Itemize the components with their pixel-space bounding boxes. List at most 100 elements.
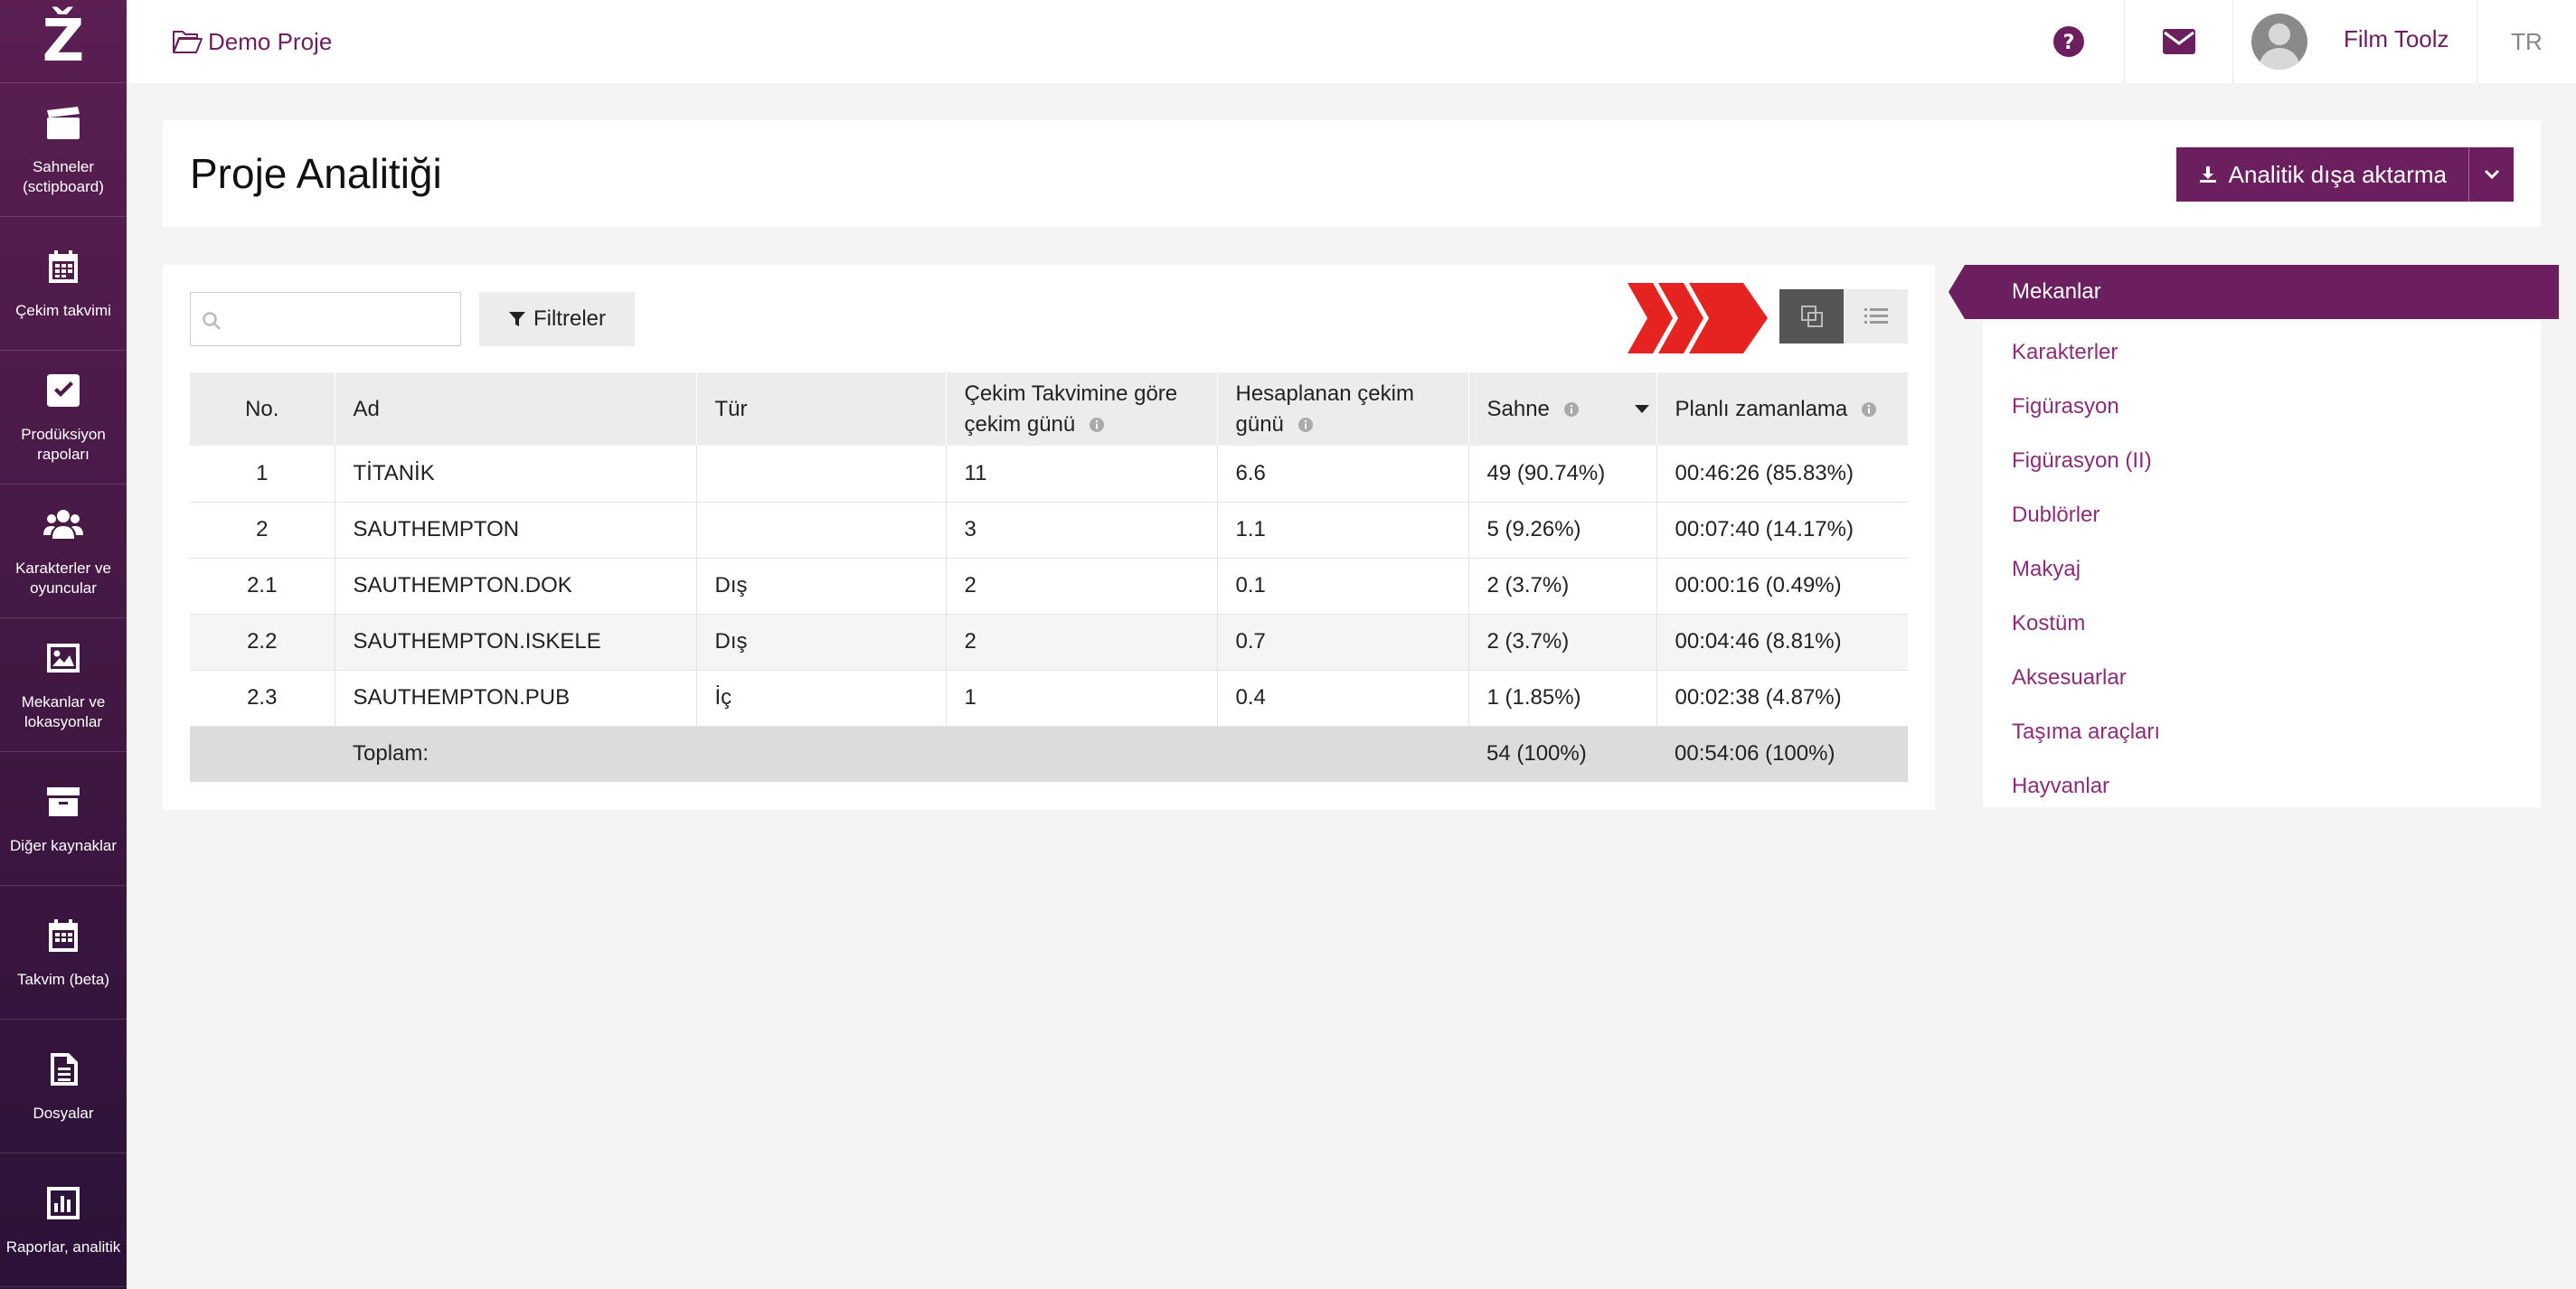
info-icon[interactable] bbox=[1297, 417, 1314, 433]
info-icon[interactable] bbox=[1563, 401, 1580, 418]
cell-type: Dış bbox=[696, 558, 947, 615]
list-view-button[interactable] bbox=[1844, 289, 1908, 343]
category-stunts[interactable]: Dublörler bbox=[2012, 488, 2536, 542]
category-props[interactable]: Aksesuarlar bbox=[2012, 651, 2536, 705]
project-link[interactable]: Demo Proje bbox=[172, 28, 332, 56]
messages-button[interactable] bbox=[2124, 0, 2232, 83]
export-dropdown-toggle[interactable] bbox=[2468, 147, 2514, 202]
project-name: Demo Proje bbox=[208, 27, 333, 55]
category-animals[interactable]: Hayvanlar bbox=[2012, 759, 2536, 814]
cell-planned-time: 00:07:40 (14.17%) bbox=[1656, 502, 1908, 559]
analytics-table-card: Filtreler No. Ad Tür Çekim Takvimine gör… bbox=[163, 265, 1935, 810]
sidebar-item-locations[interactable]: Mekanlar ve lokasyonlar bbox=[0, 618, 127, 752]
cell-schedule-days: 2 bbox=[946, 614, 1218, 671]
sidebar-item-label: Çekim takvimi bbox=[15, 301, 111, 319]
sidebar-item-characters[interactable]: Karakterler ve oyuncular bbox=[0, 485, 127, 618]
column-header-planned-time[interactable]: Planlı zamanlama bbox=[1656, 372, 1908, 446]
cell-scenes: 2 (3.7%) bbox=[1468, 614, 1657, 671]
cell-calculated-days: 6.6 bbox=[1217, 446, 1469, 503]
category-extras[interactable]: Figürasyon bbox=[2012, 380, 2536, 434]
column-header-scenes[interactable]: Sahne bbox=[1468, 372, 1657, 446]
grouped-view-button[interactable] bbox=[1779, 289, 1844, 343]
cell-scenes: 49 (90.74%) bbox=[1468, 446, 1657, 503]
cell-name: SAUTHEMPTON.DOK bbox=[335, 558, 697, 615]
sidebar-item-label: Dosyalar bbox=[33, 1104, 94, 1122]
cell-no: 2.3 bbox=[190, 670, 335, 727]
column-header-schedule-days[interactable]: Çekim Takvimine göre çekim günü bbox=[946, 372, 1218, 446]
table-row[interactable]: 2.3 SAUTHEMPTON.PUB İç 1 0.4 1 (1.85%) 0… bbox=[190, 670, 1908, 727]
sidebar-item-shooting-schedule[interactable]: Çekim takvimi bbox=[0, 217, 127, 351]
header-text: Çekim Takvimine göre bbox=[964, 381, 1178, 406]
chevron-down-icon bbox=[2484, 169, 2499, 180]
sidebar-item-scenes[interactable]: Sahneler (sctipboard) bbox=[0, 83, 127, 217]
cell-name: SAUTHEMPTON.ISKELE bbox=[335, 614, 697, 671]
sidebar-item-label: Sahneler (sctipboard) bbox=[23, 157, 104, 195]
cell-empty bbox=[190, 726, 335, 782]
column-header-type[interactable]: Tür bbox=[696, 372, 947, 446]
archive-icon bbox=[47, 786, 80, 816]
sidebar-item-label: Karakterler ve oyuncular bbox=[15, 559, 111, 597]
sidebar-item-reports[interactable]: Raporlar, analitik bbox=[0, 1153, 127, 1287]
sidebar-item-files[interactable]: Dosyalar bbox=[0, 1020, 127, 1153]
sidebar-item-label: Prodüksiyon rapoları bbox=[21, 425, 106, 463]
column-header-no[interactable]: No. bbox=[190, 372, 335, 446]
table-row[interactable]: 2 SAUTHEMPTON 3 1.1 5 (9.26%) 00:07:40 (… bbox=[190, 502, 1908, 559]
info-icon[interactable] bbox=[1861, 401, 1877, 418]
download-icon bbox=[2199, 166, 2216, 183]
category-makeup[interactable]: Makyaj bbox=[2012, 542, 2536, 597]
search-input[interactable] bbox=[231, 293, 457, 345]
header-text: Sahne bbox=[1486, 396, 1550, 421]
cell-calculated-days: 0.4 bbox=[1217, 670, 1469, 727]
help-button[interactable]: ? bbox=[2014, 0, 2124, 83]
language-switch[interactable]: TR bbox=[2477, 0, 2576, 83]
info-icon[interactable] bbox=[1089, 417, 1105, 433]
sidebar: Ž Sahneler (sctipboard) Çekim takvimi Pr… bbox=[0, 0, 127, 1289]
clapperboard-icon bbox=[47, 106, 80, 139]
top-bar: Demo Proje ? Film Toolz TR bbox=[127, 0, 2576, 83]
cell-no: 2.1 bbox=[190, 558, 335, 615]
total-scenes: 54 (100%) bbox=[1468, 726, 1656, 782]
cell-calculated-days: 1.1 bbox=[1217, 502, 1469, 559]
category-vehicles[interactable]: Taşıma araçları bbox=[2012, 705, 2536, 759]
page-title: Proje Analitiği bbox=[190, 150, 442, 197]
sidebar-item-label: Diğer kaynaklar bbox=[9, 836, 118, 854]
file-icon bbox=[51, 1052, 78, 1086]
table-row[interactable]: 1 TİTANİK 11 6.6 49 (90.74%) 00:46:26 (8… bbox=[190, 446, 1908, 503]
cell-scenes: 2 (3.7%) bbox=[1468, 558, 1657, 615]
export-analytics-button[interactable]: Analitik dışa aktarma bbox=[2176, 147, 2468, 202]
bar-chart-icon bbox=[47, 1186, 80, 1219]
category-locations-active[interactable]: Mekanlar bbox=[1949, 265, 2559, 319]
sidebar-item-production-reports[interactable]: Prodüksiyon rapoları bbox=[0, 351, 127, 485]
cell-empty bbox=[696, 726, 946, 782]
sidebar-item-other-resources[interactable]: Diğer kaynaklar bbox=[0, 752, 127, 886]
cell-planned-time: 00:02:38 (4.87%) bbox=[1656, 670, 1908, 727]
user-name: Film Toolz bbox=[2344, 24, 2449, 52]
column-header-name[interactable]: Ad bbox=[335, 372, 697, 446]
image-icon bbox=[47, 643, 80, 673]
total-planned-time: 00:54:06 (100%) bbox=[1656, 726, 1908, 782]
cell-type bbox=[696, 502, 947, 559]
folder-open-icon bbox=[173, 31, 203, 53]
calendar-icon bbox=[49, 918, 78, 952]
user-menu[interactable]: Film Toolz bbox=[2232, 0, 2477, 83]
category-costume[interactable]: Kostüm bbox=[2012, 597, 2536, 651]
avatar bbox=[2251, 14, 2307, 70]
category-extras-ii[interactable]: Figürasyon (II) bbox=[2012, 434, 2536, 488]
app-logo[interactable]: Ž bbox=[0, 0, 127, 83]
top-right-controls: ? Film Toolz TR bbox=[2014, 0, 2576, 83]
header-text: çekim günü bbox=[964, 411, 1076, 437]
export-button-group: Analitik dışa aktarma bbox=[2175, 147, 2514, 202]
calendar-icon bbox=[49, 249, 78, 283]
column-header-calculated-days[interactable]: Hesaplanan çekim günü bbox=[1217, 372, 1469, 446]
search-field[interactable] bbox=[190, 292, 461, 346]
envelope-icon bbox=[2162, 29, 2195, 54]
sidebar-item-calendar-beta[interactable]: Takvim (beta) bbox=[0, 886, 127, 1020]
table-row[interactable]: 2.1 SAUTHEMPTON.DOK Dış 2 0.1 2 (3.7%) 0… bbox=[190, 558, 1908, 615]
filters-button[interactable]: Filtreler bbox=[479, 292, 635, 346]
cell-name: TİTANİK bbox=[335, 446, 697, 503]
header-text: Hesaplanan çekim bbox=[1235, 381, 1414, 406]
table-row[interactable]: 2.2 SAUTHEMPTON.ISKELE Dış 2 0.7 2 (3.7%… bbox=[190, 614, 1908, 671]
sidebar-item-label: Mekanlar ve lokasyonlar bbox=[21, 692, 106, 730]
cell-name: SAUTHEMPTON bbox=[335, 502, 697, 559]
category-characters[interactable]: Karakterler bbox=[2012, 325, 2536, 380]
